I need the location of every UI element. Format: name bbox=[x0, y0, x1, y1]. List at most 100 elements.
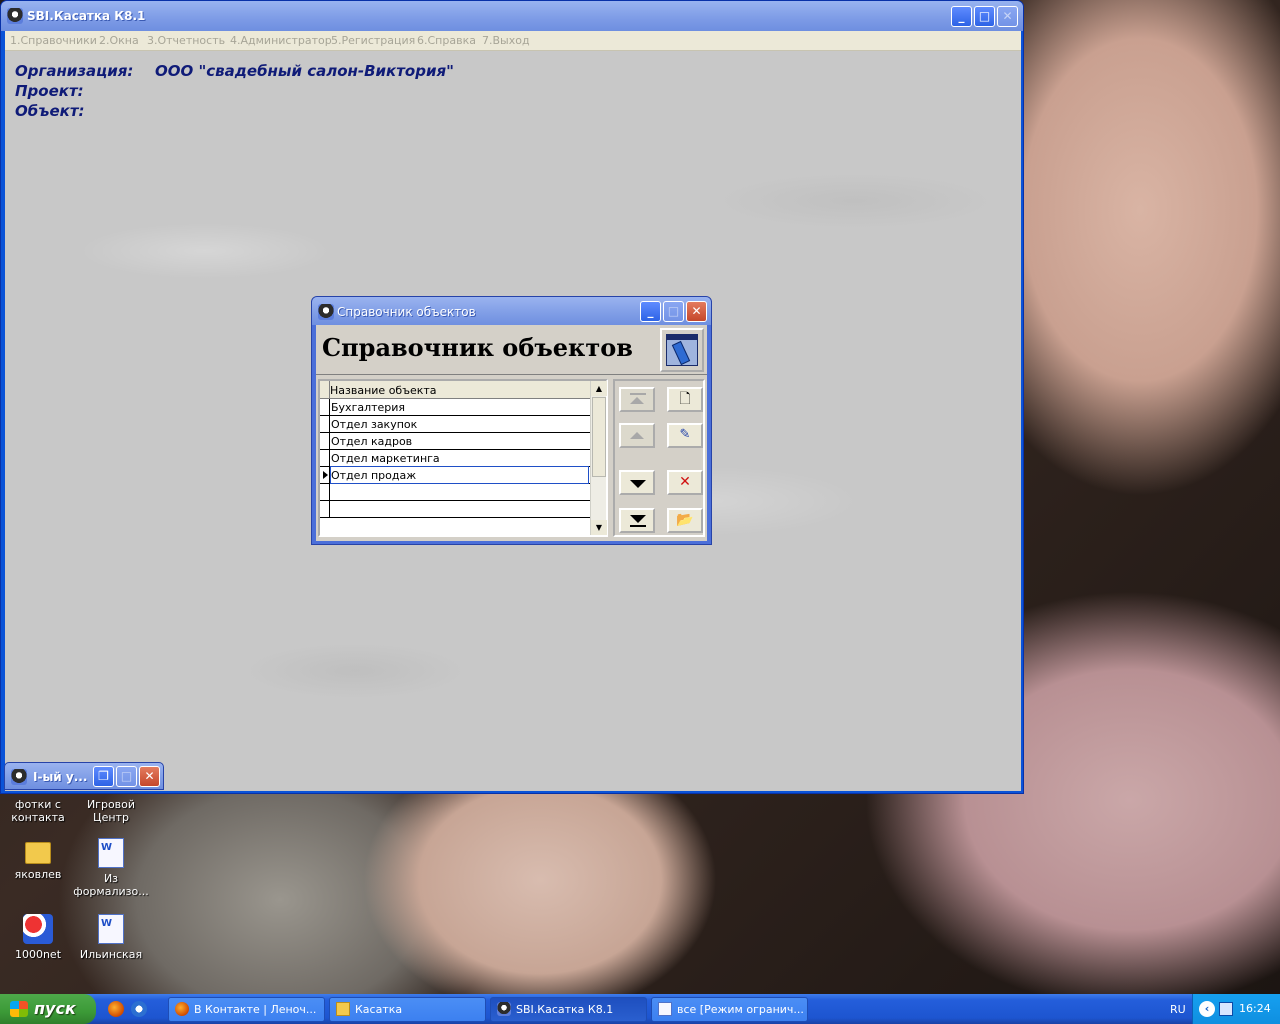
minimize-button[interactable]: _ bbox=[951, 6, 972, 27]
table-cell: Отдел закупок bbox=[331, 418, 418, 431]
edit-record-button[interactable]: ✎ bbox=[667, 423, 703, 448]
menu-item-directories[interactable]: 1.Справочники bbox=[10, 34, 97, 47]
main-title-bar[interactable]: SBI.Касатка К8.1 _ □ ✕ bbox=[1, 1, 1023, 31]
previous-record-button[interactable] bbox=[619, 423, 655, 448]
column-header-object-name[interactable]: Название объекта bbox=[330, 384, 437, 397]
firefox-icon[interactable] bbox=[108, 1001, 124, 1017]
table-row[interactable]: Отдел маркетинга bbox=[320, 450, 590, 467]
desktop-icon-label: контакта bbox=[11, 811, 65, 824]
media-player-icon[interactable] bbox=[131, 1001, 147, 1017]
table-row[interactable] bbox=[320, 484, 590, 501]
desktop-icon-label: Из bbox=[103, 872, 119, 885]
grid-scrollbar[interactable]: ▲ ▼ bbox=[590, 381, 607, 535]
app-icon bbox=[497, 1002, 511, 1016]
windows-logo-icon bbox=[10, 1001, 28, 1017]
desktop-icon-label: формализо... bbox=[73, 885, 149, 898]
desktop-icon-label: фотки с bbox=[15, 798, 61, 811]
last-record-icon bbox=[630, 515, 646, 523]
table-row[interactable]: Отдел кадров bbox=[320, 433, 590, 450]
dialog-title-bar[interactable]: Справочник объектов _ □ ✕ bbox=[312, 297, 711, 325]
table-cell: Отдел продаж bbox=[331, 469, 417, 482]
object-label: Объект: bbox=[15, 102, 85, 120]
desktop-icon-label: Игровой bbox=[86, 798, 136, 811]
maximize-icon: □ bbox=[978, 9, 991, 23]
desktop-icon-1000net[interactable]: 1000net bbox=[0, 914, 76, 961]
desktop-icon-photos[interactable]: фотки с контакта bbox=[0, 798, 76, 824]
restore-button[interactable]: ❐ bbox=[93, 766, 114, 787]
open-folder-icon: 📂 bbox=[676, 512, 694, 528]
game-icon bbox=[23, 914, 53, 944]
desktop-icon-game-center[interactable]: Игровой Центр bbox=[73, 798, 149, 824]
objects-directory-window: Справочник объектов _ □ ✕ Справочник объ… bbox=[311, 296, 712, 545]
taskbar-button-vkontakte[interactable]: В Контакте | Леноч... bbox=[168, 997, 325, 1022]
network-icon[interactable] bbox=[1219, 1002, 1233, 1016]
first-record-button[interactable] bbox=[619, 387, 655, 412]
system-tray: ‹ 16:24 bbox=[1192, 994, 1280, 1024]
film-tool-button[interactable] bbox=[660, 328, 704, 372]
edit-icon: ✎ bbox=[679, 427, 691, 442]
table-cell: Отдел кадров bbox=[331, 435, 413, 448]
dialog-header: Справочник объектов bbox=[316, 325, 707, 375]
app-icon bbox=[11, 769, 27, 785]
word-document-icon bbox=[98, 914, 124, 944]
grid-header: Название объекта bbox=[320, 381, 590, 399]
menu-item-windows[interactable]: 2.Окна bbox=[99, 34, 139, 47]
maximize-icon: □ bbox=[667, 304, 680, 318]
close-button[interactable]: ✕ bbox=[139, 766, 160, 787]
menu-item-exit[interactable]: 7.Выход bbox=[482, 34, 530, 47]
arrow-down-icon bbox=[630, 480, 646, 488]
close-icon: ✕ bbox=[691, 304, 702, 318]
chevron-left-icon[interactable]: ‹ bbox=[1199, 1001, 1215, 1017]
menu-item-administrator[interactable]: 4.Администратор bbox=[230, 34, 332, 47]
dialog-minimize-button[interactable]: _ bbox=[640, 301, 661, 322]
scroll-thumb[interactable] bbox=[592, 397, 606, 477]
desktop-icon-formalized-doc[interactable]: Из формализо... bbox=[73, 838, 149, 898]
close-icon: ✕ bbox=[1002, 9, 1013, 23]
dialog-maximize-button[interactable]: □ bbox=[663, 301, 684, 322]
menu-item-reports[interactable]: 3.Отчетность bbox=[147, 34, 225, 47]
last-record-button[interactable] bbox=[619, 508, 655, 533]
film-icon bbox=[666, 334, 698, 366]
table-cell: Отдел маркетинга bbox=[331, 452, 440, 465]
taskbar-button-word-document[interactable]: все [Режим огранич... bbox=[651, 997, 808, 1022]
table-row[interactable]: Отдел закупок bbox=[320, 416, 590, 433]
dialog-close-button[interactable]: ✕ bbox=[686, 301, 707, 322]
menu-item-help[interactable]: 6.Справка bbox=[417, 34, 476, 47]
start-button[interactable]: пуск bbox=[0, 994, 96, 1024]
firefox-icon bbox=[175, 1002, 189, 1016]
scroll-down-button[interactable]: ▼ bbox=[591, 520, 607, 535]
desktop-icon-yakovlev[interactable]: яковлев bbox=[0, 842, 76, 881]
project-label: Проект: bbox=[15, 82, 84, 100]
maximize-button[interactable]: □ bbox=[116, 766, 137, 787]
maximize-button[interactable]: □ bbox=[974, 6, 995, 27]
minimized-child-window[interactable]: І-ый у... ❐ □ ✕ bbox=[4, 762, 164, 790]
menu-bar: 1.Справочники 2.Окна 3.Отчетность 4.Адми… bbox=[5, 31, 1021, 51]
delete-record-button[interactable]: ✕ bbox=[667, 470, 703, 495]
arrow-down-icon: ▼ bbox=[595, 523, 603, 532]
main-window-title: SBI.Касатка К8.1 bbox=[27, 9, 146, 23]
dialog-title: Справочник объектов bbox=[337, 305, 476, 319]
next-record-button[interactable] bbox=[619, 470, 655, 495]
folder-icon bbox=[25, 842, 51, 864]
desktop-icon-ilinskaya[interactable]: Ильинская bbox=[73, 914, 149, 961]
new-record-button[interactable]: 🗋 bbox=[667, 387, 703, 412]
table-row[interactable]: Бухгалтерия bbox=[320, 399, 590, 416]
close-button[interactable]: ✕ bbox=[997, 6, 1018, 27]
taskbar-button-sbi-kasatka[interactable]: SBI.Касатка К8.1 bbox=[490, 997, 647, 1022]
menu-item-registration[interactable]: 5.Регистрация bbox=[331, 34, 415, 47]
desktop-icon-label: Ильинская bbox=[79, 948, 143, 961]
clock[interactable]: 16:24 bbox=[1239, 1002, 1271, 1015]
taskbar-button-kasatka-folder[interactable]: Касатка bbox=[329, 997, 486, 1022]
taskbar-button-label: все [Режим огранич... bbox=[677, 1003, 803, 1016]
dialog-heading: Справочник объектов bbox=[322, 333, 633, 362]
open-record-button[interactable]: 📂 bbox=[667, 508, 703, 533]
language-indicator[interactable]: RU bbox=[1170, 1003, 1186, 1016]
scroll-up-button[interactable]: ▲ bbox=[591, 381, 607, 396]
desktop-icon-label: Центр bbox=[93, 811, 129, 824]
organization-label: Организация: bbox=[15, 62, 134, 80]
table-row[interactable] bbox=[320, 501, 590, 518]
minimized-window-title: І-ый у... bbox=[33, 770, 88, 784]
taskbar: пуск В Контакте | Леноч... Касатка SBI.К… bbox=[0, 994, 1280, 1024]
restore-icon: ❐ bbox=[98, 769, 109, 783]
table-row-current[interactable]: Отдел продаж bbox=[320, 466, 590, 484]
